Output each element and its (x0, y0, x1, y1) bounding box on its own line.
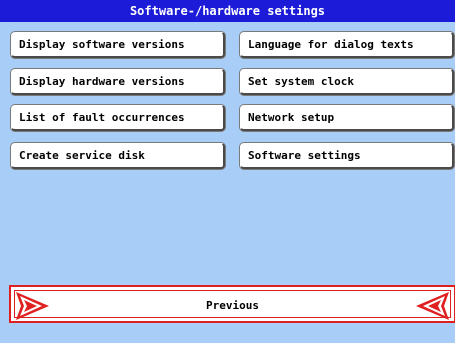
list-of-fault-occurrences-button[interactable]: List of fault occurrences (11, 105, 225, 131)
software-settings-button[interactable]: Software settings (240, 143, 454, 169)
display-software-versions-button[interactable]: Display software versions (11, 32, 225, 58)
previous-button-label: Previous (206, 299, 259, 312)
arrow-left-icon (416, 292, 449, 320)
previous-button-frame: Previous (14, 290, 451, 320)
create-service-disk-button[interactable]: Create service disk (11, 143, 225, 169)
window-title: Software-/hardware settings (0, 0, 455, 22)
display-hardware-versions-button[interactable]: Display hardware versions (11, 69, 225, 95)
language-for-dialog-texts-button[interactable]: Language for dialog texts (240, 32, 454, 58)
network-setup-button[interactable]: Network setup (240, 105, 454, 131)
previous-button[interactable]: Previous (9, 285, 455, 323)
set-system-clock-button[interactable]: Set system clock (240, 69, 454, 95)
